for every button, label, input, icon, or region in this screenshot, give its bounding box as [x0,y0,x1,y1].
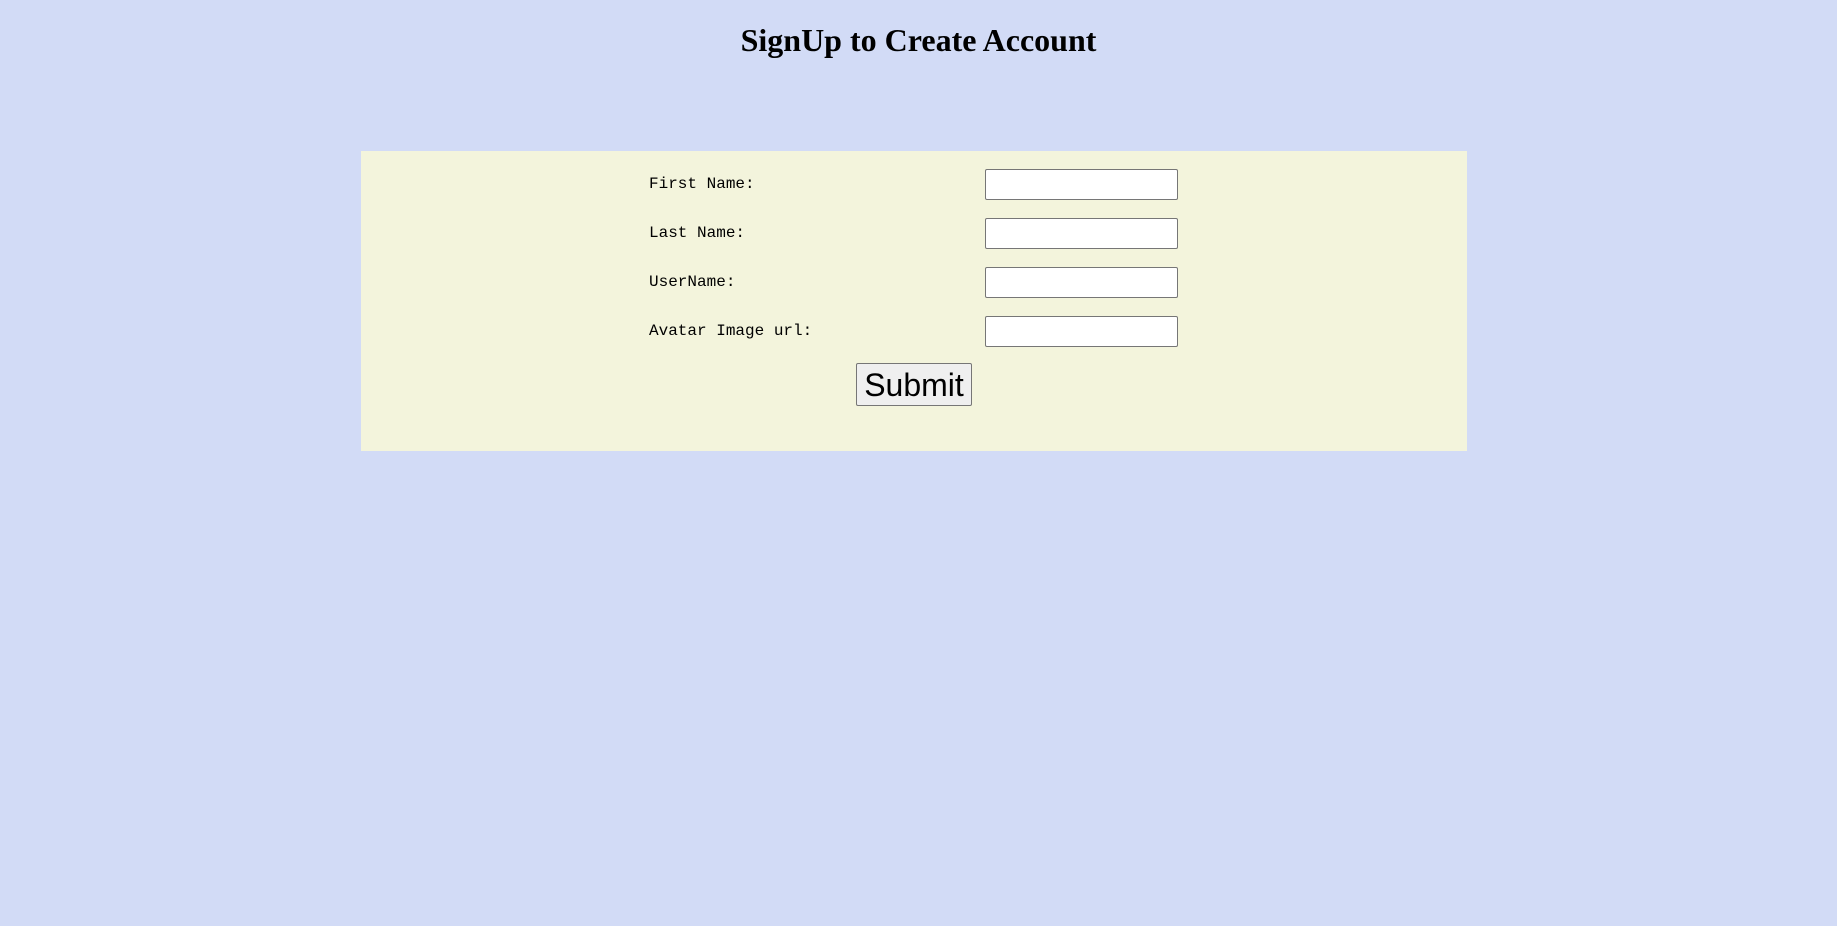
signup-form: First Name: Last Name: UserName: Avatar … [361,151,1467,451]
avatar-url-row: Avatar Image url: [649,316,1179,347]
first-name-input[interactable] [985,169,1178,200]
first-name-row: First Name: [649,169,1179,200]
last-name-label: Last Name: [649,224,746,242]
avatar-url-input[interactable] [985,316,1178,347]
page-title: SignUp to Create Account [740,22,1097,58]
username-input[interactable] [985,267,1178,298]
username-row: UserName: [649,267,1179,298]
last-name-row: Last Name: [649,218,1179,249]
avatar-url-label: Avatar Image url: [649,322,813,340]
last-name-input[interactable] [985,218,1178,249]
first-name-label: First Name: [649,175,755,193]
submit-button[interactable]: Submit [856,363,972,406]
username-label: UserName: [649,273,736,291]
